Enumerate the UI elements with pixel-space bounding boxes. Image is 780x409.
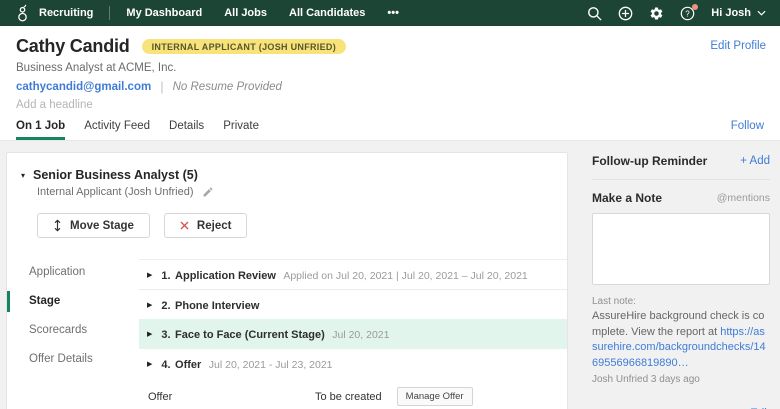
stage-row-application-review[interactable]: ▶ 1. Application Review Applied on Jul 2… <box>139 259 567 289</box>
separator: | <box>160 79 163 94</box>
move-stage-arrows-icon <box>53 219 62 232</box>
resume-status: No Resume Provided <box>173 81 282 93</box>
stage-name: Face to Face (Current Stage) <box>175 329 325 341</box>
headline-placeholder[interactable]: Add a headline <box>16 99 764 111</box>
stage-dates: Jul 20, 2021 - Jul 23, 2021 <box>209 359 333 371</box>
divider <box>592 179 770 180</box>
add-reminder-link[interactable]: + Add <box>740 155 770 167</box>
offer-label: Offer <box>148 391 315 403</box>
stage-number: 3. <box>161 329 170 341</box>
candidate-name: Cathy Candid <box>16 36 130 57</box>
nav-more-menu[interactable]: ••• <box>387 7 399 19</box>
stage-number: 1. <box>161 270 170 282</box>
make-a-note-title: Make a Note <box>592 191 662 205</box>
nav-all-candidates[interactable]: All Candidates <box>289 7 365 19</box>
notification-dot <box>692 4 698 10</box>
job-title: Senior Business Analyst (5) <box>33 168 198 182</box>
candidate-email-link[interactable]: cathycandid@gmail.com <box>16 81 151 93</box>
stage-dates: Jul 20, 2021 <box>332 329 389 341</box>
internal-applicant-badge: INTERNAL APPLICANT (JOSH UNFRIED) <box>142 39 346 54</box>
chevron-down-icon <box>757 10 766 16</box>
stage-number: 2. <box>161 300 170 312</box>
expand-triangle-icon[interactable]: ▶ <box>147 301 152 309</box>
last-note-text: AssureHire background check is complete.… <box>592 309 770 371</box>
stage-list: ▶ 1. Application Review Applied on Jul 2… <box>139 253 567 409</box>
brand-label: Recruiting <box>39 7 93 19</box>
stage-name: Phone Interview <box>175 300 259 312</box>
manage-offer-button[interactable]: Manage Offer <box>397 387 473 406</box>
candidate-job-title: Business Analyst at ACME, Inc. <box>16 62 764 74</box>
card-nav-offer-details[interactable]: Offer Details <box>7 345 139 374</box>
brand[interactable]: Recruiting <box>14 4 93 23</box>
search-icon[interactable] <box>587 6 602 21</box>
card-nav-stage[interactable]: Stage <box>7 287 139 316</box>
greenhouse-logo-icon <box>14 4 31 23</box>
offer-status: To be created <box>315 391 382 403</box>
expand-triangle-icon[interactable]: ▶ <box>147 271 152 279</box>
stage-name: Offer <box>175 359 201 371</box>
tab-on-1-job[interactable]: On 1 Job <box>16 120 65 140</box>
move-stage-button[interactable]: Move Stage <box>37 213 150 238</box>
card-nav-scorecards[interactable]: Scorecards <box>7 316 139 345</box>
user-menu[interactable]: Hi Josh <box>711 7 766 19</box>
profile-tabs: On 1 Job Activity Feed Details Private F… <box>16 120 764 140</box>
expand-triangle-icon[interactable]: ▶ <box>147 330 152 338</box>
side-panel: Follow-up Reminder + Add Make a Note @me… <box>584 141 780 409</box>
stage-row-face-to-face-current[interactable]: ▶ 3. Face to Face (Current Stage) Jul 20… <box>139 319 567 349</box>
mentions-hint: @mentions <box>717 192 770 204</box>
topbar-actions: ? Hi Josh <box>587 6 766 21</box>
offer-summary-row: Offer To be created Manage Offer <box>139 387 567 406</box>
app-window: Recruiting My Dashboard All Jobs All Can… <box>0 0 780 409</box>
svg-text:?: ? <box>686 9 691 18</box>
user-greeting: Hi Josh <box>711 7 751 19</box>
job-card: ▾ Senior Business Analyst (5) Internal A… <box>6 152 568 409</box>
edit-profile-link[interactable]: Edit Profile <box>710 40 766 52</box>
tab-private[interactable]: Private <box>223 120 259 140</box>
topbar-separator <box>109 6 110 20</box>
stage-dates: Applied on Jul 20, 2021 | Jul 20, 2021 –… <box>283 270 527 282</box>
card-nav-application[interactable]: Application <box>7 258 139 287</box>
stage-number: 4. <box>161 359 170 371</box>
top-nav-bar: Recruiting My Dashboard All Jobs All Can… <box>0 0 780 26</box>
active-nav-indicator <box>7 291 10 312</box>
job-source: Internal Applicant (Josh Unfried) <box>37 186 194 198</box>
collapse-triangle-icon[interactable]: ▾ <box>21 171 25 180</box>
help-icon[interactable]: ? <box>680 6 695 21</box>
reject-label: Reject <box>197 220 232 232</box>
last-note-label: Last note: <box>592 296 770 307</box>
expand-triangle-icon[interactable]: ▶ <box>147 360 152 368</box>
edit-pencil-icon[interactable] <box>202 186 214 198</box>
topbar-nav: My Dashboard All Jobs All Candidates ••• <box>126 7 399 19</box>
reject-x-icon <box>180 221 189 230</box>
nav-all-jobs[interactable]: All Jobs <box>224 7 267 19</box>
follow-link[interactable]: Follow <box>731 120 764 140</box>
reject-button[interactable]: Reject <box>164 213 248 238</box>
add-icon[interactable] <box>618 6 633 21</box>
stage-name: Application Review <box>175 270 276 282</box>
card-nav-stage-label: Stage <box>29 295 60 307</box>
move-stage-label: Move Stage <box>70 220 134 232</box>
stage-row-phone-interview[interactable]: ▶ 2. Phone Interview <box>139 289 567 319</box>
tab-details[interactable]: Details <box>169 120 204 140</box>
note-input[interactable] <box>592 213 770 285</box>
candidate-header: Cathy Candid INTERNAL APPLICANT (JOSH UN… <box>0 26 780 141</box>
job-card-nav: Application Stage Scorecards Offer Detai… <box>7 253 139 409</box>
tab-activity-feed[interactable]: Activity Feed <box>84 120 150 140</box>
nav-my-dashboard[interactable]: My Dashboard <box>126 7 202 19</box>
stage-row-offer[interactable]: ▶ 4. Offer Jul 20, 2021 - Jul 23, 2021 <box>139 349 567 379</box>
followup-reminder-title: Follow-up Reminder <box>592 154 707 168</box>
settings-gear-icon[interactable] <box>649 6 664 21</box>
note-author: Josh Unfried 3 days ago <box>592 374 770 385</box>
